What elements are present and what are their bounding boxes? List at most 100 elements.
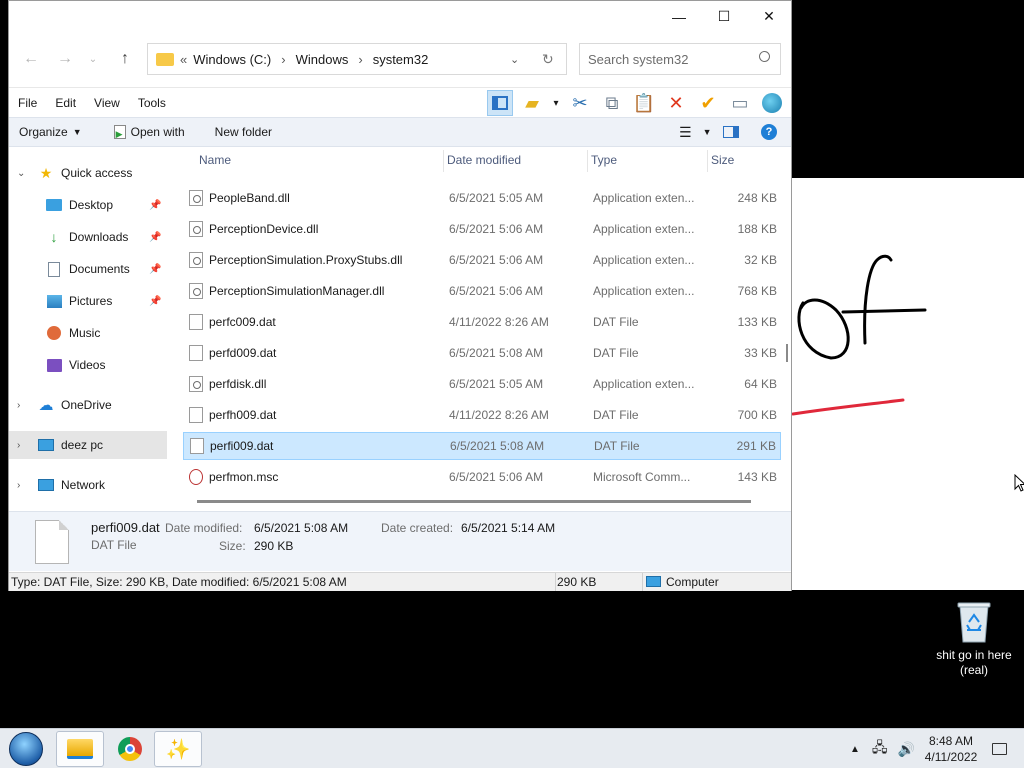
paint-canvas[interactable] (791, 178, 1024, 590)
network-tray-icon[interactable]: 🖧 (872, 737, 888, 761)
properties-button[interactable]: ▭ (727, 90, 753, 116)
address-overflow[interactable]: « (180, 52, 187, 67)
breadcrumb-separator: › (281, 51, 286, 67)
menu-edit[interactable]: Edit (46, 96, 85, 110)
classic-toolbar: ▰ ▾ ✂ ⧉ 📋 ✕ ✔ ▭ (487, 88, 785, 118)
copy-icon: ⧉ (605, 92, 619, 113)
folder-options-dropdown[interactable]: ▾ (551, 90, 561, 116)
recycle-bin-desktop-icon[interactable]: shit go in here (real) (936, 600, 1012, 678)
msc-file-icon (189, 469, 203, 485)
file-list: Name ⌃ Date modified Type Size PeopleBan… (177, 148, 785, 510)
recent-locations-button[interactable]: ⌄ (85, 47, 101, 71)
breadcrumb-separator: › (358, 51, 363, 67)
file-date: 6/5/2021 5:08 AM (450, 439, 545, 453)
vertical-scrollbar[interactable] (784, 148, 790, 510)
horizontal-scrollbar[interactable] (197, 500, 751, 503)
table-row[interactable]: perfmon.msc 6/5/2021 5:06 AM Microsoft Com… (183, 463, 781, 491)
menu-tools[interactable]: Tools (129, 96, 175, 110)
breadcrumb-system32[interactable]: system32 (373, 52, 429, 67)
nav-this-pc[interactable]: › deez pc (9, 431, 167, 459)
up-button[interactable]: ↑ (113, 47, 137, 71)
menu-file[interactable]: File (9, 96, 46, 110)
scroll-thumb[interactable] (786, 344, 788, 362)
file-type: Application exten... (593, 284, 695, 298)
new-folder-button[interactable]: New folder (205, 125, 282, 139)
taskbar: ✨ ▲ 🖧 🔊 8:48 AM 4/11/2022 (0, 728, 1024, 768)
nav-quick-access[interactable]: ⌄ ★ Quick access (9, 159, 167, 187)
table-row[interactable]: perfd009.dat 6/5/2021 5:08 AM DAT File 33 K… (183, 339, 781, 367)
file-size: 188 KB (737, 222, 777, 236)
pin-icon[interactable]: 📌 (149, 264, 161, 275)
globe-icon (762, 93, 782, 113)
table-row[interactable]: perfi009.dat 6/5/2021 5:08 AM DAT File 291 … (183, 432, 781, 460)
clock[interactable]: 8:48 AM 4/11/2022 (922, 729, 980, 768)
details-file-name: perfi009.dat (91, 520, 160, 535)
file-name: perfi009.dat (210, 439, 274, 453)
file-size: 248 KB (737, 191, 777, 205)
status-divider (642, 573, 643, 591)
table-row-partial[interactable] (183, 168, 781, 176)
taskbar-file-explorer[interactable] (56, 731, 104, 767)
chevron-down-icon: ⌄ (17, 167, 26, 179)
refresh-icon[interactable]: ↻ (542, 51, 554, 68)
file-name: perfdisk.dll (209, 377, 267, 391)
cut-button[interactable]: ✂ (567, 90, 593, 116)
taskbar-paint[interactable]: ✨ (154, 731, 202, 767)
preview-pane-button[interactable] (713, 126, 749, 138)
pin-icon[interactable]: 📌 (149, 200, 161, 211)
breadcrumb-windows[interactable]: Windows (296, 52, 349, 67)
notifications-button[interactable] (992, 729, 1007, 768)
close-button[interactable]: ✕ (746, 1, 792, 32)
table-row[interactable]: perfdisk.dll 6/5/2021 5:05 AM Application … (183, 370, 781, 398)
table-row[interactable]: perfh009.dat 4/11/2022 8:26 AM DAT File 700… (183, 401, 781, 429)
help-button[interactable]: ? (751, 124, 787, 140)
nav-music-label: Music (69, 326, 101, 340)
copy-button[interactable]: ⧉ (599, 90, 625, 116)
computer-icon (37, 437, 55, 453)
address-dropdown-icon[interactable]: ⌄ (510, 53, 519, 66)
taskbar-chrome[interactable] (106, 731, 154, 767)
breadcrumb-windows-c[interactable]: Windows (C:) (193, 52, 271, 67)
internet-button[interactable] (759, 90, 785, 116)
back-button[interactable]: ← (19, 47, 43, 71)
forward-button[interactable]: → (53, 47, 77, 71)
nav-music[interactable]: Music (45, 319, 167, 347)
preview-pane-toolbar-button[interactable] (487, 90, 513, 116)
file-name: perfc009.dat (209, 315, 276, 329)
start-button[interactable] (2, 731, 50, 767)
nav-desktop-label: Desktop (69, 198, 114, 212)
nav-onedrive[interactable]: › ☁ OneDrive (9, 391, 167, 419)
rename-button[interactable]: ✔ (695, 90, 721, 116)
details-modified-label: Date modified: (165, 521, 243, 535)
windows-orb-icon (9, 732, 43, 766)
address-bar[interactable]: « Windows (C:) › Windows › system32 ⌄ ↻ (147, 43, 567, 75)
nav-network[interactable]: › Network (9, 471, 167, 499)
open-with-button[interactable]: ▶ Open with (104, 125, 195, 139)
status-location: Computer (666, 575, 719, 589)
table-row[interactable]: perfc009.dat 4/11/2022 8:26 AM DAT File 133… (183, 308, 781, 336)
show-hidden-icons-button[interactable]: ▲ (850, 744, 860, 755)
table-row[interactable]: PerceptionSimulation.ProxyStubs.dll 6/5/2… (183, 246, 781, 274)
search-input[interactable]: Search system32 (579, 43, 781, 75)
maximize-button[interactable]: ☐ (701, 1, 747, 32)
pin-icon[interactable]: 📌 (149, 232, 161, 243)
file-type: Application exten... (593, 191, 695, 205)
volume-icon[interactable]: 🔊 (898, 741, 915, 758)
table-row[interactable]: PerceptionSimulationManager.dll 6/5/2021 … (183, 277, 781, 305)
nav-videos[interactable]: Videos (45, 351, 167, 379)
minimize-button[interactable]: — (656, 1, 702, 32)
folder-options-button[interactable]: ▰ (519, 90, 545, 116)
menu-view[interactable]: View (85, 96, 129, 110)
delete-button[interactable]: ✕ (663, 90, 689, 116)
table-row[interactable]: PeopleBand.dll 6/5/2021 5:05 AM Applicatio… (183, 184, 781, 212)
file-type: Application exten... (593, 253, 695, 267)
title-bar[interactable]: — ☐ ✕ (9, 1, 791, 33)
mouse-cursor-icon (1014, 474, 1024, 492)
paste-button[interactable]: 📋 (631, 90, 657, 116)
pin-icon[interactable]: 📌 (149, 296, 161, 307)
details-created-label: Date created: (381, 521, 454, 535)
organize-button[interactable]: Organize ▼ (9, 125, 92, 139)
column-size-label: Size (711, 153, 735, 167)
file-type: Application exten... (593, 377, 695, 391)
table-row[interactable]: PerceptionDevice.dll 6/5/2021 5:06 AM Appl… (183, 215, 781, 243)
